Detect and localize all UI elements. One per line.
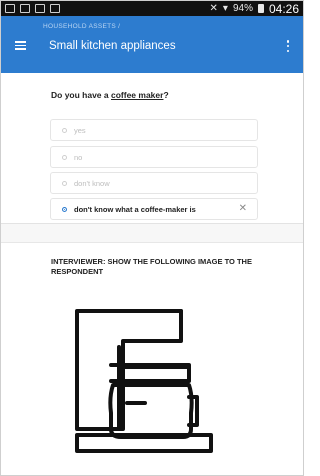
option-label: don't know (74, 178, 110, 188)
option-yes[interactable]: yes (50, 119, 258, 141)
menu-icon[interactable] (15, 41, 26, 50)
app-bar: HOUSEHOLD ASSETS / Small kitchen applian… (1, 16, 303, 73)
battery-percent: 94% (232, 3, 253, 14)
status-system-icons: ✕ ▾ 94% 04:26 (210, 2, 299, 16)
more-vert-icon[interactable] (286, 40, 290, 52)
radio-button[interactable] (62, 154, 67, 160)
option-label: yes (74, 125, 86, 135)
notification-icon (50, 4, 60, 13)
image-icon (20, 4, 30, 13)
clock: 04:26 (268, 1, 299, 16)
option-no[interactable]: no (50, 146, 258, 168)
status-bar: ✕ ▾ 94% 04:26 (1, 1, 303, 16)
page-title: Small kitchen appliances (49, 40, 176, 52)
image-prompt-card: INTERVIEWER: SHOW THE FOLLOWING IMAGE TO… (1, 242, 303, 475)
radio-button[interactable] (62, 180, 67, 186)
option-dont-know[interactable]: don't know (50, 172, 258, 194)
coffee-maker-icon (75, 309, 213, 453)
wifi-icon: ▾ (222, 3, 228, 14)
mute-icon: ✕ (209, 3, 218, 14)
question-term: coffee maker (111, 90, 164, 100)
interviewer-instruction: INTERVIEWER: SHOW THE FOLLOWING IMAGE TO… (51, 257, 252, 276)
status-notification-icons (5, 4, 60, 13)
radio-button-selected[interactable] (62, 206, 67, 212)
app-frame: ✕ ▾ 94% 04:26 HOUSEHOLD ASSETS / Small k… (0, 0, 304, 476)
option-label: don't know what a coffee-maker is (74, 204, 196, 214)
cast-icon (5, 4, 15, 13)
battery-icon (257, 4, 264, 13)
question-card: Do you have a coffee maker? yes no don't… (1, 73, 303, 224)
option-dont-know-what[interactable]: don't know what a coffee-maker is ✕ (50, 198, 258, 220)
radio-button[interactable] (62, 127, 67, 133)
notification-icon (35, 4, 45, 13)
close-icon[interactable]: ✕ (239, 203, 247, 214)
question-text: Do you have a coffee maker? (51, 90, 169, 100)
breadcrumb[interactable]: HOUSEHOLD ASSETS / (43, 23, 120, 30)
option-label: no (74, 152, 83, 162)
